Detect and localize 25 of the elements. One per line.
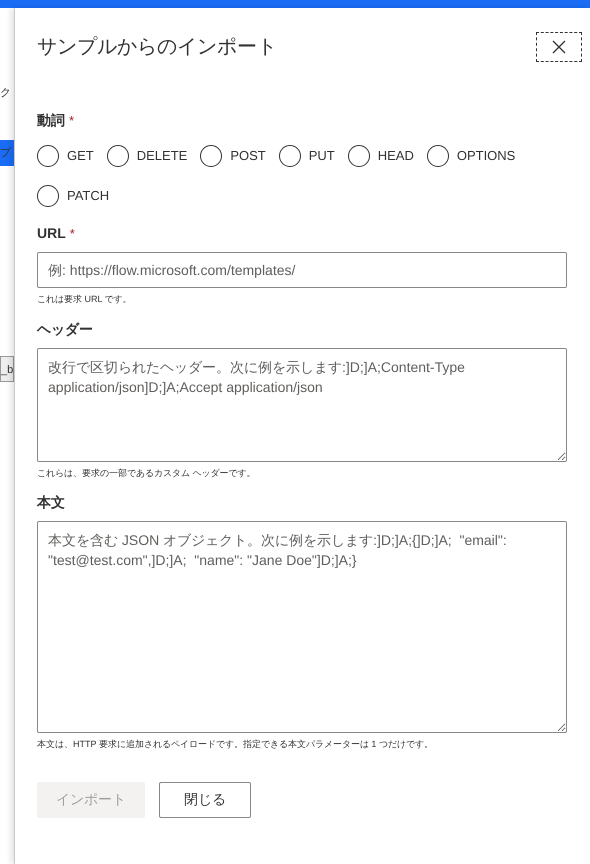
radio-option[interactable]: GET <box>37 145 94 167</box>
background-text: プ <box>0 140 14 166</box>
close-icon <box>552 40 566 54</box>
close-dialog-button[interactable]: 閉じる <box>159 782 251 818</box>
radio-option[interactable]: DELETE <box>106 145 188 167</box>
radio-option[interactable]: PATCH <box>37 185 110 207</box>
field-hint: これらは、要求の一部であるカスタム ヘッダーです。 <box>37 466 257 480</box>
required-mark: * <box>69 112 74 130</box>
dialog-title: サンプルからのインポート <box>37 35 277 60</box>
radio-option[interactable]: HEAD <box>348 145 414 167</box>
close-button[interactable] <box>536 32 582 62</box>
radio-option[interactable]: OPTIONS <box>426 145 516 167</box>
required-mark: * <box>70 225 75 243</box>
headers-field[interactable]: 改行で区切られたヘッダー。次に例を示します:]D;]A;Content-Type application/json]D;]A;Accept application/json <box>37 348 567 462</box>
field-label: URL <box>37 224 66 243</box>
radio-option[interactable]: POST <box>200 145 266 167</box>
field-hint: 本文は、HTTP 要求に追加されるペイロードです。指定できる本文パラメーターは 1 つだけです。 <box>37 738 434 751</box>
field-hint: これは要求 URL です。 <box>37 293 133 306</box>
field-label: ヘッダー <box>37 320 93 338</box>
field-label: 動詞 <box>37 111 65 130</box>
radio-option[interactable]: PUT <box>278 145 335 167</box>
field-label: 本文 <box>37 493 65 512</box>
body-field[interactable]: 本文を含む JSON オブジェクト。次に例を示します:]D;]A;{]D;]A; "email": "test@test.com",]D;]A; "name": "Jane Doe"]D;]A;} <box>37 521 567 733</box>
background-text: _b <box>0 356 14 382</box>
url-field[interactable]: 例: https://flow.microsoft.com/templates/ <box>37 252 567 288</box>
